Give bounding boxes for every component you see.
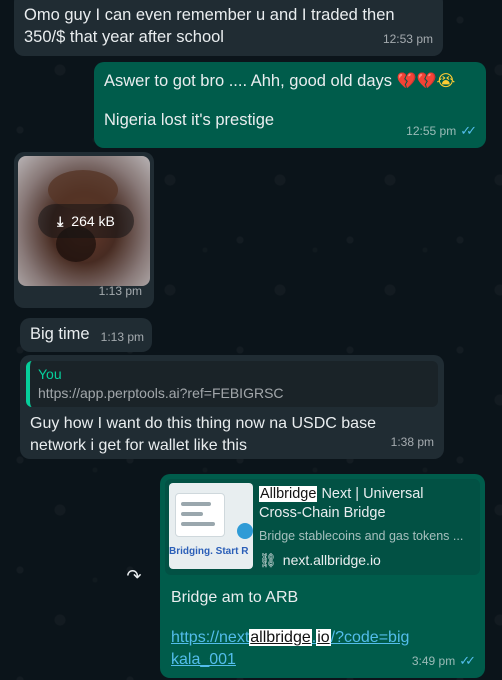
message-time: 12:53 pm (382, 32, 433, 46)
link-icon: ⛓ (259, 552, 277, 568)
link-preview-domain: ⛓ next.allbridge.io (259, 552, 381, 568)
message-incoming[interactable]: Big time 1:13 pm (20, 318, 152, 352)
link-preview[interactable]: Bridging. Start R Allbridge Next | Unive… (165, 479, 480, 575)
message-text-line: Aswer to got bro .... Ahh, good old days… (104, 72, 456, 90)
message-text-line: 350/$ that year after school (24, 28, 224, 46)
thumbnail-caption: Bridging. Start R (169, 546, 249, 557)
read-receipt-icon: ✓✓ (460, 123, 477, 138)
message-time: 1:13 pm (98, 284, 142, 298)
quote-text: https://app.perptools.ai?ref=FEBIGRSC (38, 385, 284, 401)
message-text: Bridge am to ARB (171, 589, 299, 606)
message-image-incoming[interactable]: ⤓ 264 kB 1:13 pm (14, 152, 154, 308)
message-text-line: Omo guy I can even remember u and I trad… (24, 6, 395, 24)
crying-face-emoji: 😭 (436, 73, 456, 90)
message-outgoing[interactable]: Aswer to got bro .... Ahh, good old days… (94, 62, 486, 148)
quote-author: You (38, 366, 62, 382)
blurred-image-thumbnail[interactable]: ⤓ 264 kB (18, 156, 150, 286)
link-preview-description: Bridge stablecoins and gas tokens ... (259, 529, 464, 543)
message-link[interactable]: https://nextallbridge.io/?code=bigkala_0… (171, 627, 411, 671)
download-icon: ⤓ (57, 213, 64, 229)
broken-heart-emoji: 💔 (396, 73, 417, 90)
download-button[interactable]: ⤓ 264 kB (38, 204, 134, 238)
broken-heart-emoji: 💔 (416, 73, 437, 90)
message-time: 12:55 pm ✓✓ (406, 120, 477, 142)
message-outgoing-link[interactable]: Bridging. Start R Allbridge Next | Unive… (160, 474, 485, 678)
message-reply-incoming[interactable]: You https://app.perptools.ai?ref=FEBIGRS… (20, 355, 444, 459)
file-size: 264 kB (71, 213, 115, 229)
link-preview-title: Allbridge Next | Universal Cross-Chain B… (259, 486, 424, 521)
message-time: 3:49 pm ✓✓ (412, 650, 476, 672)
logo-icon (237, 523, 253, 539)
link-preview-thumbnail: Bridging. Start R (169, 483, 253, 569)
read-receipt-icon: ✓✓ (459, 653, 476, 668)
message-incoming[interactable]: Omo guy I can even remember u and I trad… (14, 0, 443, 56)
quoted-message[interactable]: You https://app.perptools.ai?ref=FEBIGRS… (26, 361, 438, 407)
message-text: Big time (30, 325, 90, 343)
message-time: 1:13 pm (100, 330, 144, 344)
message-time: 1:38 pm (390, 435, 434, 449)
message-text-line: network i get for wallet like this (30, 437, 247, 454)
forward-icon[interactable]: ↷ (118, 560, 150, 592)
message-text-line: Guy how I want do this thing now na USDC… (30, 415, 376, 432)
